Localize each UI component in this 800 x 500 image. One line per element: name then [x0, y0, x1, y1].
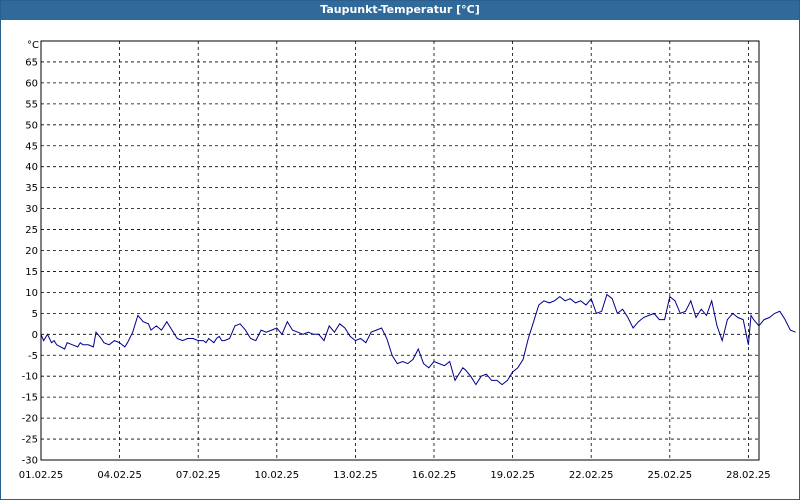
y-tick-label: 40	[25, 162, 38, 173]
x-axis: 01.02.25 04.02.25 07.02.25 10.02.25 13.02.25…	[19, 470, 771, 481]
x-tick-label: 01.02.25	[19, 470, 64, 481]
y-tick-label: 55	[25, 99, 38, 110]
x-tick-label: 22.02.25	[569, 470, 614, 481]
y-tick-label: 20	[25, 246, 38, 257]
y-tick-label: 30	[25, 204, 38, 215]
y-tick-label: 0	[32, 330, 38, 341]
y-tick-label: 35	[25, 183, 38, 194]
dewpoint-chart: 65605550454035302520151050-5-10-15-20-25…	[19, 40, 796, 481]
x-tick-label: 13.02.25	[333, 470, 378, 481]
y-tick-label: -30	[22, 456, 38, 467]
x-tick-label: 16.02.25	[412, 470, 457, 481]
chart-window: Taupunkt-Temperatur [°C] 65 60 55 50 45 40 35 3…	[0, 0, 800, 500]
x-tick-label: 28.02.25	[726, 470, 771, 481]
x-tick-label: 19.02.25	[490, 470, 535, 481]
y-tick-label: 5	[32, 309, 38, 320]
y-tick-label: 45	[25, 141, 38, 152]
chart-grid	[41, 41, 759, 460]
y-tick-label: -15	[22, 393, 38, 404]
plot-frame	[40, 40, 760, 461]
y-tick-label: -5	[28, 351, 38, 362]
dewpoint-series-line	[40, 293, 796, 386]
y-tick-label: -20	[22, 414, 38, 425]
y-tick-label: 60	[25, 78, 38, 89]
y-tick-label: 65	[25, 57, 38, 68]
y-tick-label: 50	[25, 120, 38, 131]
y-tick-label: -10	[22, 372, 38, 383]
x-tick-label: 25.02.25	[648, 470, 693, 481]
y-tick-label: 10	[25, 288, 38, 299]
x-tick-label: 10.02.25	[255, 470, 300, 481]
y-unit-label: °C	[27, 40, 39, 51]
y-tick-label: 15	[25, 267, 38, 278]
window-title: Taupunkt-Temperatur [°C]	[1, 1, 799, 20]
x-tick-label: 07.02.25	[176, 470, 221, 481]
y-axis: 65605550454035302520151050-5-10-15-20-25…	[22, 57, 38, 466]
y-tick-label: 25	[25, 225, 38, 236]
y-tick-label: -25	[22, 435, 38, 446]
x-tick-label: 04.02.25	[97, 470, 142, 481]
